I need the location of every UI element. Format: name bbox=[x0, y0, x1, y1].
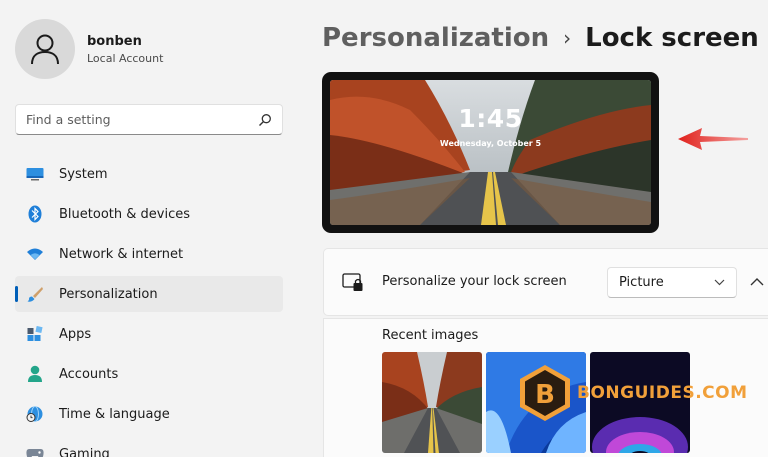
sidebar-item-label: Network & internet bbox=[59, 246, 184, 262]
sidebar-nav: System Bluetooth & devices Network & int… bbox=[15, 156, 283, 457]
sidebar-item-accounts[interactable]: Accounts bbox=[15, 356, 283, 392]
recent-image-autumn-road[interactable] bbox=[382, 352, 482, 453]
lock-screen-preview: 1:45 Wednesday, October 5 bbox=[322, 72, 659, 233]
preview-clock: 1:45 bbox=[458, 104, 523, 133]
system-icon bbox=[26, 165, 44, 183]
preview-date: Wednesday, October 5 bbox=[439, 139, 542, 148]
search-box[interactable] bbox=[15, 104, 283, 135]
sidebar-item-gaming[interactable]: Gaming bbox=[15, 436, 283, 457]
bluetooth-icon bbox=[26, 205, 44, 223]
sidebar-item-bluetooth[interactable]: Bluetooth & devices bbox=[15, 196, 283, 232]
sidebar-item-label: Personalization bbox=[59, 286, 158, 302]
sidebar-item-system[interactable]: System bbox=[15, 156, 283, 192]
sidebar-item-label: Accounts bbox=[59, 366, 119, 382]
sidebar-item-time-language[interactable]: Time & language bbox=[15, 396, 283, 432]
person-icon bbox=[26, 365, 44, 383]
breadcrumb-parent[interactable]: Personalization bbox=[322, 23, 549, 53]
sidebar-item-label: System bbox=[59, 166, 108, 182]
sidebar-item-personalization[interactable]: Personalization bbox=[15, 276, 283, 312]
dropdown-selected-value: Picture bbox=[619, 275, 664, 290]
lock-screen-type-dropdown[interactable]: Picture bbox=[607, 267, 737, 298]
avatar bbox=[15, 19, 75, 79]
user-profile[interactable]: bonben Local Account bbox=[15, 19, 163, 79]
personalize-lock-screen-row[interactable]: Personalize your lock screen Picture bbox=[323, 248, 768, 316]
chevron-down-icon bbox=[714, 279, 725, 286]
sidebar-item-label: Time & language bbox=[59, 406, 170, 422]
breadcrumb-separator-icon: › bbox=[563, 26, 572, 50]
sidebar-item-label: Gaming bbox=[59, 446, 110, 457]
recent-images-title: Recent images bbox=[382, 328, 479, 343]
personalize-lock-screen-label: Personalize your lock screen bbox=[382, 274, 567, 289]
sidebar-item-network[interactable]: Network & internet bbox=[15, 236, 283, 272]
globe-clock-icon bbox=[26, 405, 44, 423]
gamepad-icon bbox=[26, 445, 44, 457]
breadcrumb: Personalization › Lock screen bbox=[322, 20, 759, 56]
apps-icon bbox=[26, 325, 44, 343]
chevron-up-icon[interactable] bbox=[748, 273, 766, 291]
person-icon bbox=[31, 34, 59, 65]
wifi-icon bbox=[26, 245, 44, 263]
watermark-text: BONGUIDES.COM bbox=[577, 383, 748, 403]
search-icon[interactable] bbox=[258, 113, 272, 127]
bonguides-logo-icon: B bbox=[520, 365, 570, 421]
user-name: bonben bbox=[87, 33, 142, 49]
lock-screen-preview-image: 1:45 Wednesday, October 5 bbox=[330, 80, 651, 225]
account-type: Local Account bbox=[87, 51, 164, 65]
site-watermark: B BONGUIDES.COM bbox=[519, 364, 748, 422]
search-input[interactable] bbox=[26, 112, 258, 127]
watermark-letter: B bbox=[535, 380, 555, 410]
brush-icon bbox=[26, 285, 44, 303]
lock-screen-icon bbox=[342, 273, 363, 291]
red-arrow-annotation-icon bbox=[678, 128, 748, 150]
sidebar-item-label: Bluetooth & devices bbox=[59, 206, 190, 222]
sidebar-item-label: Apps bbox=[59, 326, 92, 342]
page-title: Lock screen bbox=[585, 23, 759, 53]
sidebar-item-apps[interactable]: Apps bbox=[15, 316, 283, 352]
